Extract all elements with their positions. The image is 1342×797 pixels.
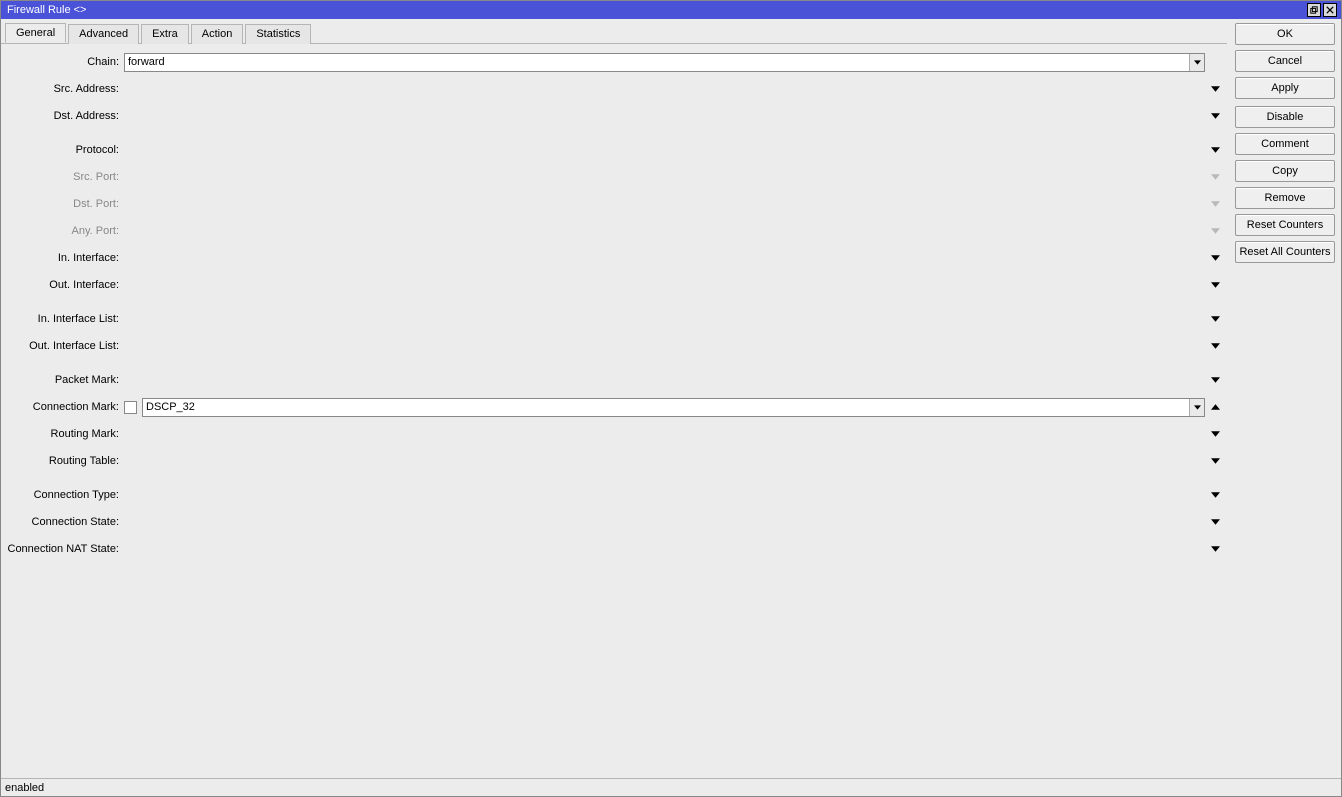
label-connection-mark: Connection Mark: (7, 401, 124, 413)
in-interface-list-expand-icon[interactable] (1208, 310, 1223, 329)
connection-nat-state-expand-icon[interactable] (1208, 540, 1223, 559)
in-interface-field (124, 249, 1205, 268)
protocol-expand-icon[interactable] (1208, 141, 1223, 160)
remove-button[interactable]: Remove (1235, 187, 1335, 209)
label-out-interface: Out. Interface: (7, 279, 124, 291)
label-dst-port: Dst. Port: (7, 198, 124, 210)
dst-port-field (124, 195, 1205, 214)
connection-mark-input[interactable] (143, 399, 1189, 416)
connection-type-field (124, 486, 1205, 505)
out-interface-list-field (124, 337, 1205, 356)
label-out-interface-list: Out. Interface List: (7, 340, 124, 352)
label-routing-table: Routing Table: (7, 455, 124, 467)
chain-dropdown-button[interactable] (1189, 54, 1204, 71)
label-connection-state: Connection State: (7, 516, 124, 528)
tab-bar: General Advanced Extra Action Statistics (1, 23, 1227, 44)
copy-button[interactable]: Copy (1235, 160, 1335, 182)
label-packet-mark: Packet Mark: (7, 374, 124, 386)
label-any-port: Any. Port: (7, 225, 124, 237)
chain-input-wrap (124, 53, 1205, 72)
label-in-interface-list: In. Interface List: (7, 313, 124, 325)
status-text: enabled (5, 782, 44, 794)
tab-action[interactable]: Action (191, 24, 244, 44)
protocol-field (124, 141, 1205, 160)
in-interface-list-field (124, 310, 1205, 329)
routing-mark-field (124, 425, 1205, 444)
close-button[interactable] (1323, 3, 1337, 17)
connection-mark-dropdown-button[interactable] (1189, 399, 1204, 416)
label-connection-type: Connection Type: (7, 489, 124, 501)
window-title: Firewall Rule <> (5, 4, 1307, 16)
connection-type-expand-icon[interactable] (1208, 486, 1223, 505)
packet-mark-expand-icon[interactable] (1208, 371, 1223, 390)
in-interface-expand-icon[interactable] (1208, 249, 1223, 268)
out-interface-field (124, 276, 1205, 295)
src-address-expand-icon[interactable] (1208, 80, 1223, 99)
out-interface-list-expand-icon[interactable] (1208, 337, 1223, 356)
comment-button[interactable]: Comment (1235, 133, 1335, 155)
src-port-expand-icon (1208, 168, 1223, 187)
routing-table-field (124, 452, 1205, 471)
label-protocol: Protocol: (7, 144, 124, 156)
dst-address-field (124, 107, 1205, 126)
chain-input[interactable] (125, 54, 1189, 71)
label-in-interface: In. Interface: (7, 252, 124, 264)
label-src-port: Src. Port: (7, 171, 124, 183)
label-routing-mark: Routing Mark: (7, 428, 124, 440)
label-dst-address: Dst. Address: (7, 110, 124, 122)
connection-state-field (124, 513, 1205, 532)
restore-button[interactable] (1307, 3, 1321, 17)
connection-mark-invert-checkbox[interactable] (124, 401, 137, 414)
reset-all-counters-button[interactable]: Reset All Counters (1235, 241, 1335, 263)
ok-button[interactable]: OK (1235, 23, 1335, 45)
tab-general[interactable]: General (5, 23, 66, 43)
cancel-button[interactable]: Cancel (1235, 50, 1335, 72)
statusbar: enabled (1, 778, 1341, 796)
dst-address-expand-icon[interactable] (1208, 107, 1223, 126)
label-chain: Chain: (7, 56, 124, 68)
routing-mark-expand-icon[interactable] (1208, 425, 1223, 444)
tab-advanced[interactable]: Advanced (68, 24, 139, 44)
titlebar: Firewall Rule <> (1, 1, 1341, 19)
button-panel: OK Cancel Apply Disable Comment Copy Rem… (1231, 19, 1341, 778)
any-port-expand-icon (1208, 222, 1223, 241)
reset-counters-button[interactable]: Reset Counters (1235, 214, 1335, 236)
apply-button[interactable]: Apply (1235, 77, 1335, 99)
src-port-field (124, 168, 1205, 187)
connection-state-expand-icon[interactable] (1208, 513, 1223, 532)
src-address-field (124, 80, 1205, 99)
any-port-field (124, 222, 1205, 241)
tab-extra[interactable]: Extra (141, 24, 189, 44)
out-interface-expand-icon[interactable] (1208, 276, 1223, 295)
disable-button[interactable]: Disable (1235, 106, 1335, 128)
packet-mark-field (124, 371, 1205, 390)
firewall-rule-window: Firewall Rule <> General Advanced Extra … (0, 0, 1342, 797)
tab-statistics[interactable]: Statistics (245, 24, 311, 44)
connection-mark-collapse-icon[interactable] (1208, 398, 1223, 417)
routing-table-expand-icon[interactable] (1208, 452, 1223, 471)
dst-port-expand-icon (1208, 195, 1223, 214)
label-src-address: Src. Address: (7, 83, 124, 95)
connection-nat-state-field (124, 540, 1205, 559)
form-panel: Chain: Src. Address: (1, 44, 1227, 778)
label-connection-nat-state: Connection NAT State: (7, 543, 124, 555)
connection-mark-input-wrap (142, 398, 1205, 417)
